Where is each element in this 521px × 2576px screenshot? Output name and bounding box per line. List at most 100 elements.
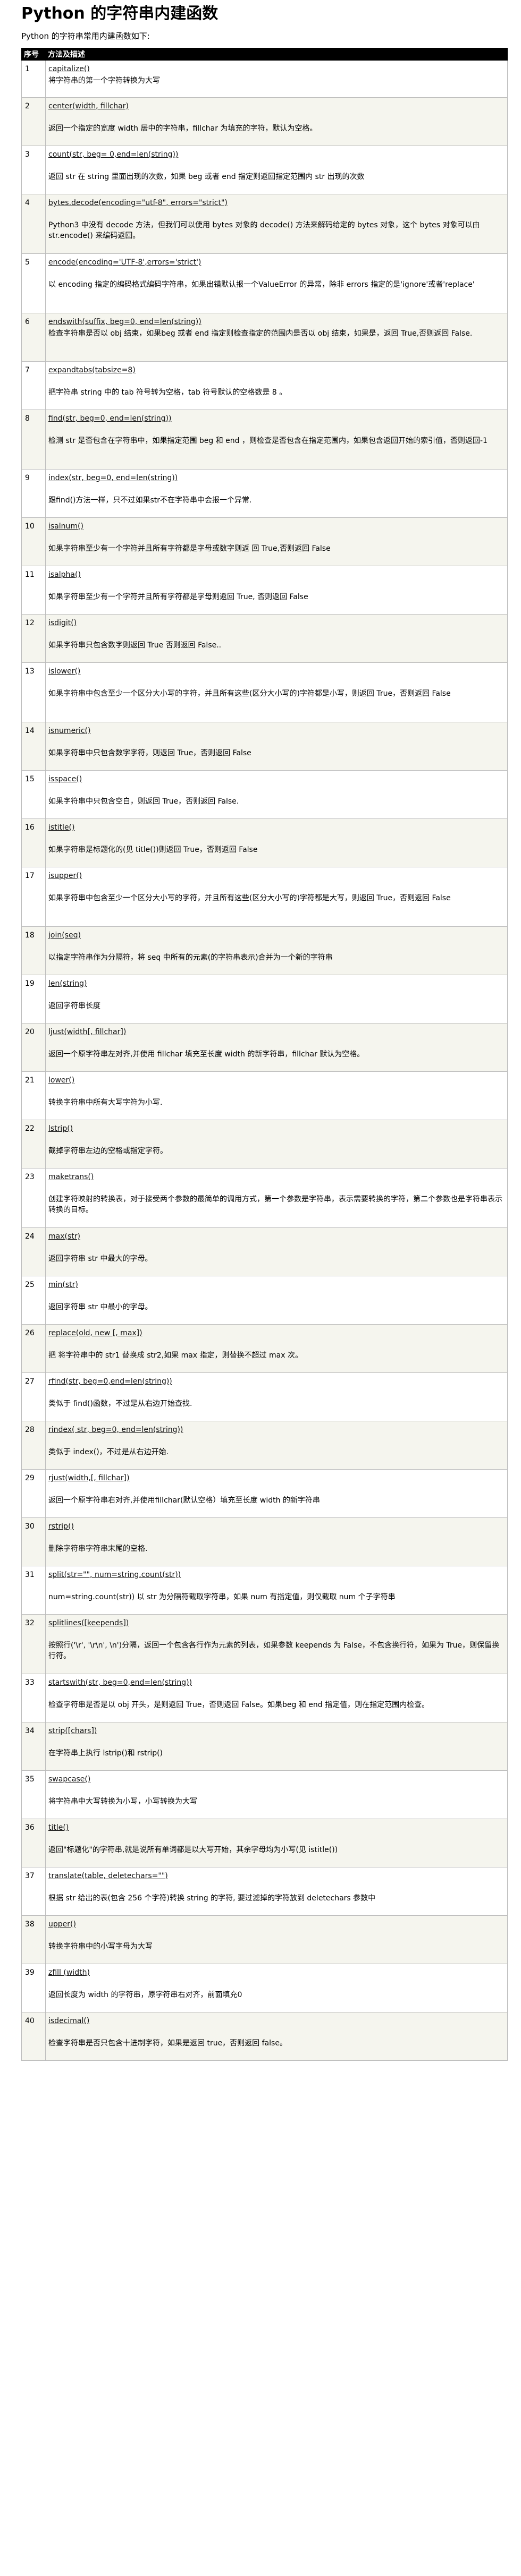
method-link[interactable]: strip([chars]) <box>48 1726 97 1736</box>
table-row: 16 istitle() 如果字符串是标题化的(见 title())则返回 True… <box>21 818 508 867</box>
method-description: 如果字符串至少有一个字符并且所有字符都是字母则返回 True, 否则返回 Fal… <box>48 593 308 601</box>
row-number: 37 <box>21 1867 46 1916</box>
table-row: 5 encode(encoding='UTF-8',errors='strict'… <box>21 253 508 313</box>
row-number: 15 <box>21 770 46 819</box>
table-row: 10 isalnum() 如果字符串至少有一个字符并且所有字符都是字母或数字则返 回… <box>21 517 508 566</box>
table-row: 8 find(str, beg=0, end=len(string)) 检测 str… <box>21 410 508 470</box>
method-link[interactable]: bytes.decode(encoding="utf-8", errors="s… <box>48 198 228 208</box>
method-link[interactable]: center(width, fillchar) <box>48 101 129 112</box>
method-link[interactable]: rstrip() <box>48 1521 74 1532</box>
row-content: isalpha() 如果字符串至少有一个字符并且所有字符都是字母则返回 True,… <box>45 566 508 615</box>
row-number: 27 <box>21 1372 46 1421</box>
method-link[interactable]: len(string) <box>48 978 87 989</box>
method-link[interactable]: rfind(str, beg=0,end=len(string)) <box>48 1376 172 1387</box>
method-link[interactable]: index(str, beg=0, end=len(string)) <box>48 473 178 483</box>
table-row: 11 isalpha() 如果字符串至少有一个字符并且所有字符都是字母则返回 Tru… <box>21 566 508 615</box>
row-content: index(str, beg=0, end=len(string)) 跟find(… <box>45 469 508 518</box>
method-description: 将字符串中大写转换为小写，小写转换为大写 <box>48 1797 197 1806</box>
method-link[interactable]: lower() <box>48 1075 74 1086</box>
method-link[interactable]: isnumeric() <box>48 726 90 736</box>
method-link[interactable]: zfill (width) <box>48 1967 90 1978</box>
method-link[interactable]: max(str) <box>48 1231 80 1242</box>
method-link[interactable]: isupper() <box>48 871 82 881</box>
method-description: 根据 str 给出的表(包含 256 个字符)转换 string 的字符, 要过… <box>48 1894 376 1903</box>
method-link[interactable]: capitalize() <box>48 64 90 74</box>
method-link[interactable]: encode(encoding='UTF-8',errors='strict') <box>48 257 201 268</box>
method-link[interactable]: find(str, beg=0, end=len(string)) <box>48 413 171 424</box>
row-content: join(seq) 以指定字符串作为分隔符，将 seq 中所有的元素(的字符串表示… <box>45 926 508 975</box>
row-content: bytes.decode(encoding="utf-8", errors="s… <box>45 194 508 254</box>
method-link[interactable]: splitlines([keepends]) <box>48 1618 129 1628</box>
method-link[interactable]: isspace() <box>48 774 82 784</box>
method-description: 如果字符串至少有一个字符并且所有字符都是字母或数字则返 回 True,否则返回 … <box>48 544 331 553</box>
method-description: 如果字符串中包含至少一个区分大小写的字符，并且所有这些(区分大小写的)字符都是小… <box>48 689 451 698</box>
method-link[interactable]: translate(table, deletechars="") <box>48 1871 168 1881</box>
method-link[interactable]: count(str, beg= 0,end=len(string)) <box>48 149 178 160</box>
row-number: 4 <box>21 194 46 254</box>
row-number: 9 <box>21 469 46 518</box>
method-link[interactable]: swapcase() <box>48 1774 90 1785</box>
method-link[interactable]: ljust(width[, fillchar]) <box>48 1027 126 1037</box>
row-number: 19 <box>21 975 46 1023</box>
method-description: 将字符串的第一个字符转换为大写 <box>48 76 160 85</box>
table-row: 18 join(seq) 以指定字符串作为分隔符，将 seq 中所有的元素(的字符串… <box>21 926 508 975</box>
row-content: startswith(str, beg=0,end=len(string)) 检查… <box>45 1674 508 1722</box>
method-description: 跟find()方法一样，只不过如果str不在字符串中会报一个异常. <box>48 496 252 505</box>
table-row: 39 zfill (width) 返回长度为 width 的字符串，原字符串右对齐，… <box>21 1964 508 2012</box>
method-link[interactable]: isalpha() <box>48 569 81 580</box>
method-link[interactable]: expandtabs(tabsize=8) <box>48 365 136 376</box>
row-content: rstrip() 删除字符串字符串末尾的空格. <box>45 1517 508 1566</box>
method-description: 按照行('\r', '\r\n', \n')分隔，返回一个包含各行作为元素的列表… <box>48 1641 500 1660</box>
method-link[interactable]: replace(old, new [, max]) <box>48 1328 142 1338</box>
method-link[interactable]: islower() <box>48 666 80 677</box>
method-link[interactable]: isalnum() <box>48 521 83 532</box>
table-row: 40 isdecimal() 检查字符串是否只包含十进制字符，如果是返回 true，… <box>21 2012 508 2061</box>
method-link[interactable]: title() <box>48 1822 69 1833</box>
method-link[interactable]: istitle() <box>48 822 74 833</box>
method-link[interactable]: rindex( str, beg=0, end=len(string)) <box>48 1425 183 1435</box>
table-row: 14 isnumeric() 如果字符串中只包含数字字符，则返回 True，否则返回… <box>21 722 508 771</box>
table-row: 21 lower() 转换字符串中所有大写字符为小写. <box>21 1071 508 1120</box>
row-number: 6 <box>21 313 46 362</box>
method-link[interactable]: join(seq) <box>48 930 81 941</box>
method-description: 把字符串 string 中的 tab 符号转为空格，tab 符号默认的空格数是 … <box>48 388 287 397</box>
method-description: 如果字符串是标题化的(见 title())则返回 True，否则返回 False <box>48 846 258 854</box>
method-link[interactable]: rjust(width,[, fillchar]) <box>48 1473 130 1483</box>
method-description: 转换字符串中的小写字母为大写 <box>48 1942 153 1951</box>
method-link[interactable]: min(str) <box>48 1280 78 1290</box>
row-number: 22 <box>21 1120 46 1168</box>
method-description: 删除字符串字符串末尾的空格. <box>48 1545 148 1553</box>
method-link[interactable]: isdecimal() <box>48 2016 89 2026</box>
row-number: 30 <box>21 1517 46 1566</box>
method-description: 类似于 index()，不过是从右边开始. <box>48 1448 169 1456</box>
row-content: max(str) 返回字符串 str 中最大的字母。 <box>45 1227 508 1276</box>
method-link[interactable]: split(str="", num=string.count(str)) <box>48 1570 181 1580</box>
method-link[interactable]: upper() <box>48 1919 76 1930</box>
method-description: 如果字符串只包含数字则返回 True 否则返回 False.. <box>48 641 222 650</box>
method-link[interactable]: lstrip() <box>48 1123 73 1134</box>
table-row: 22 lstrip() 截掉字符串左边的空格或指定字符。 <box>21 1120 508 1168</box>
row-content: maketrans() 创建字符映射的转换表，对于接受两个参数的最简单的调用方式，… <box>45 1168 508 1228</box>
header-num: 序号 <box>21 48 46 61</box>
row-number: 7 <box>21 361 46 410</box>
row-content: translate(table, deletechars="") 根据 str 给… <box>45 1867 508 1916</box>
method-link[interactable]: startswith(str, beg=0,end=len(string)) <box>48 1677 192 1688</box>
method-link[interactable]: isdigit() <box>48 618 77 628</box>
method-link[interactable]: endswith(suffix, beg=0, end=len(string)) <box>48 317 201 327</box>
method-description: 创建字符映射的转换表，对于接受两个参数的最简单的调用方式，第一个参数是字符串，表… <box>48 1195 502 1214</box>
method-link[interactable]: maketrans() <box>48 1172 94 1182</box>
method-description: 把 将字符串中的 str1 替换成 str2,如果 max 指定，则替换不超过 … <box>48 1351 302 1360</box>
method-description: 返回一个原字符串左对齐,并使用 fillchar 填充至长度 width 的新字… <box>48 1050 365 1059</box>
